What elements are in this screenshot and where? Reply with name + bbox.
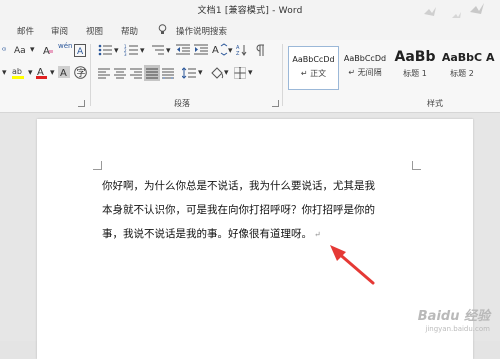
svg-text:A: A [77,47,84,57]
style-heading-1[interactable]: AaBb 标题 1 [392,46,438,88]
svg-text:A: A [212,45,219,56]
chevron-down-icon[interactable]: ▾ [248,68,253,78]
chevron-down-icon[interactable]: ▾ [166,46,171,56]
chevron-down-icon[interactable]: ▾ [30,45,35,55]
svg-text:字: 字 [77,67,86,79]
chevron-down-icon[interactable]: ▾ [50,68,55,78]
style-sample: AaBbCcDd [343,54,387,63]
paragraph-dialog-launcher-icon[interactable] [272,100,279,107]
tab-mailings[interactable]: 邮件 [17,25,34,37]
align-left-icon[interactable] [98,68,110,82]
tab-view[interactable]: 视图 [86,25,103,37]
style-name: ↵ 无间隔 [348,68,382,77]
document-area[interactable]: 你好啊，为什么你总是不说话，我为什么要说话，尤其是我 本身就不认识你，可是我在向… [0,113,500,359]
distributed-icon[interactable] [162,68,174,82]
chevron-down-icon[interactable]: ▾ [224,68,229,78]
style-more[interactable]: A [486,46,500,88]
style-name: ↵ 正文 [300,69,327,78]
style-sample: AaBbCcDd [292,55,335,64]
style-heading-2[interactable]: AaBbC 标题 2 [440,46,484,88]
highlight-color-icon[interactable]: ab [12,66,28,82]
char-shading-icon[interactable]: A [58,66,70,81]
bullets-icon[interactable] [98,44,112,59]
watermark: Baidu 经验 jingyan.baidu.com [382,303,494,337]
watermark-brand: Baidu 经验 [417,309,490,324]
tab-review[interactable]: 审阅 [51,25,68,37]
divider [90,44,91,106]
chevron-down-icon[interactable]: ▾ [2,68,7,78]
ribbon-home: ᵅ Aa ▾ A wén A ▾ ab ▾ A ▾ A 字 ▾ 123 ▾ ▾ … [0,40,500,113]
style-name: 标题 2 [450,69,474,78]
watermark-url: jingyan.baidu.com [425,325,490,333]
chevron-down-icon[interactable]: ▾ [28,68,33,78]
style-no-spacing[interactable]: AaBbCcDd ↵ 无间隔 [341,46,389,88]
tell-me-search[interactable]: 操作说明搜索 [176,25,227,37]
chinese-layout-icon[interactable]: A [212,43,228,59]
font-dialog-launcher-icon[interactable] [78,100,85,107]
svg-text:A: A [60,68,67,78]
sort-icon[interactable]: AZ [236,44,248,59]
divider [282,44,283,106]
multilevel-list-icon[interactable] [150,44,164,59]
svg-text:3: 3 [124,52,127,56]
change-case-button[interactable]: Aa [14,46,26,56]
clear-format-icon[interactable]: A [42,44,54,59]
group-label-paragraph: 段落 [174,99,190,108]
font-color-icon[interactable]: A [36,66,48,82]
style-sample: A [486,51,495,64]
chevron-down-icon[interactable]: ▾ [228,46,233,56]
decrease-indent-icon[interactable] [176,44,190,59]
style-sample: AaBb [394,49,436,65]
ribbon-tabs: 邮件 审阅 视图 帮助 操作说明搜索 [0,18,500,40]
shading-icon[interactable] [210,67,224,83]
line-spacing-icon[interactable] [181,67,196,82]
chevron-down-icon[interactable]: ▾ [198,68,203,78]
title-bar: 文档1 [兼容模式] - Word [0,0,500,19]
group-label-styles: 样式 [427,99,443,108]
chevron-down-icon[interactable]: ▾ [114,46,119,56]
svg-text:ab: ab [12,67,22,76]
font-partial-icon[interactable]: ᵅ [2,46,6,57]
borders-icon[interactable] [234,67,246,82]
style-normal[interactable]: AaBbCcDd ↵ 正文 [288,46,339,90]
show-marks-icon[interactable] [254,44,266,59]
tab-help[interactable]: 帮助 [121,25,138,37]
style-sample: AaBbC [441,51,483,64]
numbering-icon[interactable]: 123 [124,44,138,59]
align-center-icon[interactable] [114,68,126,82]
svg-text:A: A [43,46,50,56]
justify-icon[interactable] [144,65,160,81]
phonetic-guide-icon[interactable]: wén [58,42,72,50]
style-name: 标题 1 [403,69,427,78]
lightbulb-icon[interactable] [158,24,167,38]
align-right-icon[interactable] [130,68,142,82]
char-border-icon[interactable]: A [74,44,86,60]
chevron-down-icon[interactable]: ▾ [140,46,145,56]
enclose-char-icon[interactable]: 字 [74,66,87,82]
increase-indent-icon[interactable] [194,44,208,59]
svg-text:Z: Z [236,51,240,56]
